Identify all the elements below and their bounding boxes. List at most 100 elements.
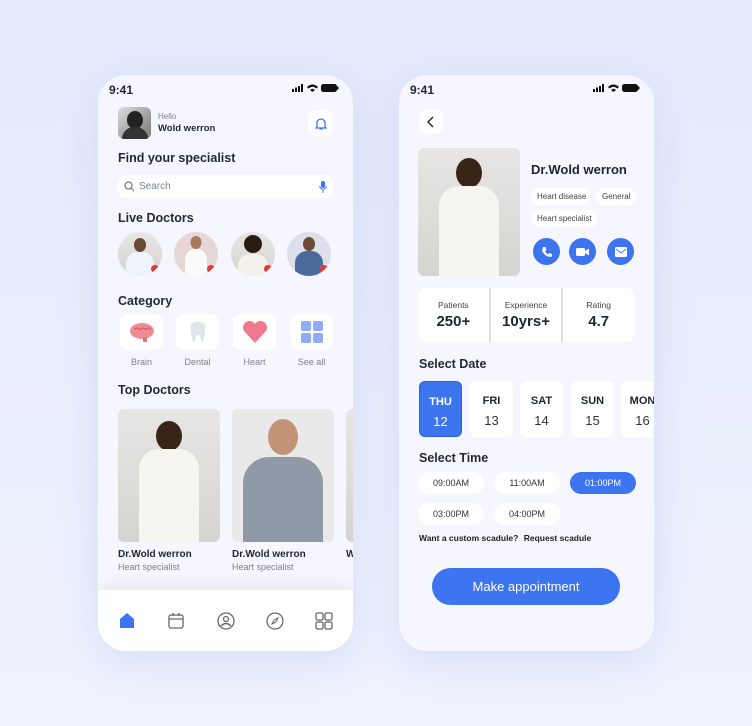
heart-icon: [242, 320, 267, 343]
find-title: Find your specialist: [118, 151, 236, 165]
make-appointment-button[interactable]: Make appointment: [432, 568, 620, 605]
nav-explore[interactable]: [265, 611, 285, 631]
mail-icon: [614, 246, 627, 257]
live-doctor-avatar[interactable]: [174, 232, 218, 276]
date-num: 14: [534, 413, 549, 428]
message-button[interactable]: [607, 238, 634, 265]
time-slot-selected[interactable]: 01:00PM: [570, 472, 636, 494]
date-thu[interactable]: THU 12: [419, 381, 462, 437]
category-title: Category: [118, 294, 173, 308]
home-screen: 9:41 Hello Wold werron Find your special…: [98, 75, 353, 651]
top-doctors-title: Top Doctors: [118, 383, 191, 397]
category-dental[interactable]: [176, 314, 219, 350]
category-brain[interactable]: [120, 314, 163, 350]
category-label: Brain: [130, 357, 152, 367]
date-day: MON: [629, 395, 654, 407]
user-avatar[interactable]: [118, 107, 151, 139]
microphone-icon[interactable]: [319, 180, 327, 193]
doctor-detail-screen: 9:41 Dr.Wold werron Heart disease Genera…: [399, 75, 654, 651]
live-doctor-avatar[interactable]: [118, 232, 162, 276]
status-icons: [593, 84, 640, 92]
live-indicator: [320, 265, 328, 273]
home-icon: [120, 613, 134, 628]
live-doctor-avatar[interactable]: [231, 232, 275, 276]
stats-panel: Patients 250+ Experience 10yrs+ Rating 4.7: [418, 288, 634, 342]
user-name: Wold werron: [158, 123, 216, 134]
category-label: Heart: [243, 357, 266, 367]
time-slot[interactable]: 03:00PM: [418, 503, 484, 525]
date-sat[interactable]: SAT 14: [520, 381, 563, 437]
brain-icon: [129, 323, 154, 342]
greeting: Hello: [158, 112, 177, 121]
date-num: 13: [484, 413, 499, 428]
search-placeholder: Search: [139, 181, 171, 192]
doctor-name: W: [346, 549, 353, 560]
date-sun[interactable]: SUN 15: [571, 381, 614, 437]
grid-icon: [315, 612, 333, 630]
select-time-title: Select Time: [419, 451, 489, 465]
nav-home[interactable]: [117, 611, 137, 631]
select-date-title: Select Date: [419, 357, 487, 371]
date-num: 15: [585, 413, 600, 428]
live-doctor-avatar[interactable]: [287, 232, 331, 276]
doctor-specialty: Heart specialist: [118, 562, 180, 572]
top-doctor-card-photo[interactable]: [232, 409, 334, 542]
grid-icon: [300, 321, 323, 343]
calendar-icon: [168, 613, 184, 629]
category-heart[interactable]: [233, 314, 276, 350]
category-see-all[interactable]: [290, 314, 333, 350]
doctor-name: Dr.Wold werron: [232, 549, 306, 560]
live-indicator: [264, 265, 272, 273]
tag: Heart specialist: [531, 210, 598, 227]
stat-label: Experience: [504, 300, 548, 310]
stat-value: 10yrs+: [502, 313, 550, 330]
time-slot[interactable]: 09:00AM: [418, 472, 484, 494]
bottom-nav: [98, 590, 353, 651]
back-button[interactable]: [419, 110, 443, 134]
time-slot[interactable]: 04:00PM: [494, 503, 560, 525]
tag: General: [596, 188, 637, 205]
request-schedule-link[interactable]: Request scadule: [524, 533, 592, 543]
stat-experience: Experience 10yrs+: [491, 288, 564, 342]
top-doctor-card-photo[interactable]: [118, 409, 220, 542]
category-label: See all: [297, 357, 326, 367]
date-day: SAT: [530, 395, 553, 407]
notification-button[interactable]: [308, 110, 333, 136]
compass-icon: [266, 612, 284, 630]
status-time: 9:41: [109, 83, 134, 97]
tooth-icon: [190, 321, 205, 343]
phone-icon: [541, 246, 552, 257]
stat-value: 4.7: [588, 313, 610, 330]
chevron-left-icon: [427, 116, 434, 128]
date-day: SUN: [580, 395, 605, 407]
status-time: 9:41: [410, 83, 435, 97]
time-slot[interactable]: 11:00AM: [494, 472, 560, 494]
nav-calendar[interactable]: [166, 611, 186, 631]
date-mon[interactable]: MON 16: [621, 381, 654, 437]
nav-profile[interactable]: [216, 611, 236, 631]
call-button[interactable]: [533, 238, 560, 265]
stat-value: 250+: [436, 313, 471, 330]
stat-label: Patients: [437, 300, 469, 310]
tag: Heart disease: [531, 188, 593, 205]
live-indicator: [151, 265, 159, 273]
date-num: 16: [635, 413, 650, 428]
date-day: FRI: [482, 395, 501, 407]
live-indicator: [207, 265, 215, 273]
stat-patients: Patients 250+: [418, 288, 491, 342]
search-input[interactable]: Search: [118, 175, 333, 198]
stat-rating: Rating 4.7: [563, 288, 634, 342]
bell-icon: [314, 117, 327, 130]
search-icon: [124, 181, 135, 192]
profile-icon: [217, 612, 235, 630]
date-fri[interactable]: FRI 13: [470, 381, 513, 437]
live-title: Live Doctors: [118, 211, 194, 225]
nav-more[interactable]: [314, 611, 334, 631]
stat-label: Rating: [586, 300, 611, 310]
custom-schedule-question: Want a custom scadule?: [419, 533, 519, 543]
category-label: Dental: [184, 357, 211, 367]
doctor-specialty: Heart specialist: [232, 562, 294, 572]
video-icon: [576, 247, 589, 256]
video-call-button[interactable]: [569, 238, 596, 265]
top-doctor-card-photo[interactable]: [346, 409, 353, 542]
